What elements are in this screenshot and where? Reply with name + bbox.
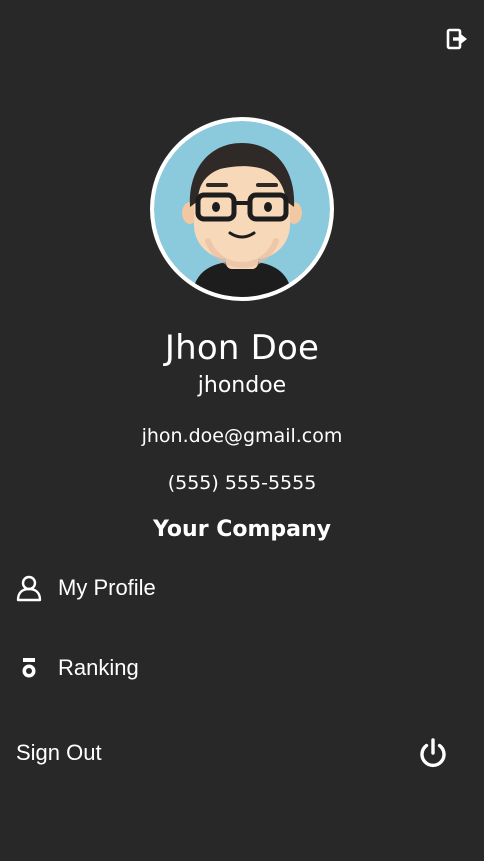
- menu-item-label: My Profile: [58, 575, 156, 600]
- profile-email: jhon.doe@gmail.com: [141, 425, 343, 447]
- profile-phone: (555) 555-5555: [167, 472, 317, 494]
- power-button[interactable]: [414, 734, 452, 772]
- sign-out-label: Sign Out: [16, 740, 102, 765]
- avatar: [150, 117, 334, 301]
- profile-username: jhondoe: [197, 373, 287, 398]
- profile-company: Your Company: [153, 517, 331, 542]
- power-icon: [420, 738, 446, 768]
- logout-icon: [446, 28, 467, 50]
- medal-icon: [14, 653, 44, 683]
- menu-item-ranking[interactable]: Ranking: [14, 648, 139, 688]
- sign-out-button[interactable]: Sign Out: [16, 733, 102, 773]
- user-icon: [14, 573, 44, 603]
- logout-button[interactable]: [444, 26, 470, 52]
- profile-name: Jhon Doe: [164, 328, 320, 368]
- avatar-illustration: [154, 121, 330, 297]
- menu-item-my-profile[interactable]: My Profile: [14, 568, 156, 608]
- menu-item-label: Ranking: [58, 655, 139, 680]
